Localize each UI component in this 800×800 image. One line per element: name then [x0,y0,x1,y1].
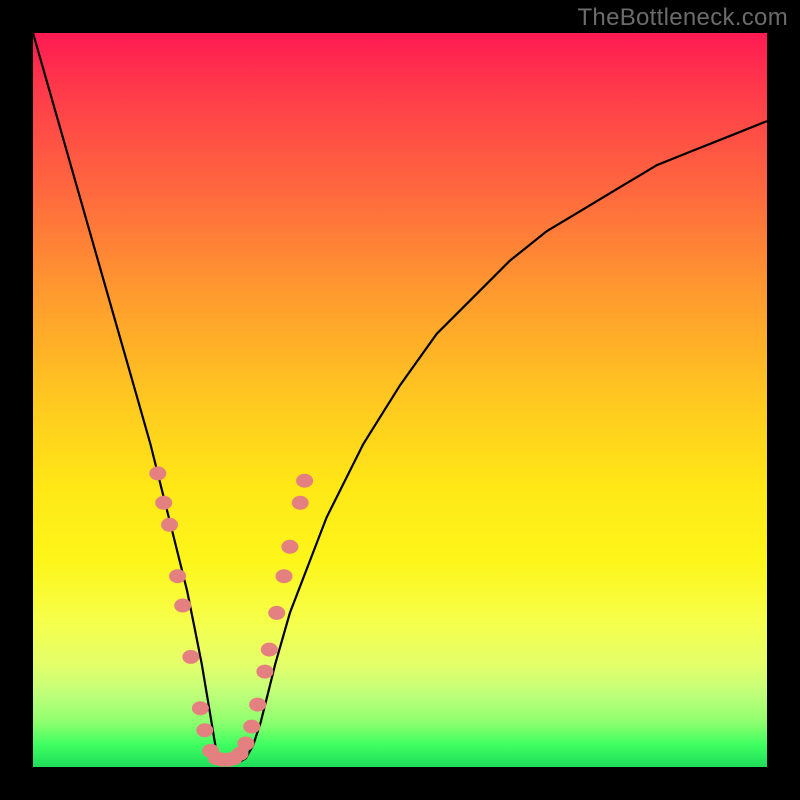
dot [261,643,278,657]
dot [192,701,209,715]
dot [276,569,293,583]
bottleneck-curve [33,33,767,764]
dot [237,737,254,751]
watermark-text: TheBottleneck.com [577,4,788,32]
dot [256,665,273,679]
chart-frame: TheBottleneck.com [0,0,800,800]
dot [292,496,309,510]
dot [268,606,285,620]
dot [249,698,266,712]
bottleneck-svg [33,33,767,767]
dot [174,599,191,613]
dot [155,496,172,510]
dot [169,569,186,583]
dot [296,474,313,488]
dot [182,650,199,664]
dot [161,518,178,532]
dot [196,723,213,737]
dot [149,466,166,480]
dot [243,720,260,734]
plot-area [33,33,767,767]
dot [281,540,298,554]
